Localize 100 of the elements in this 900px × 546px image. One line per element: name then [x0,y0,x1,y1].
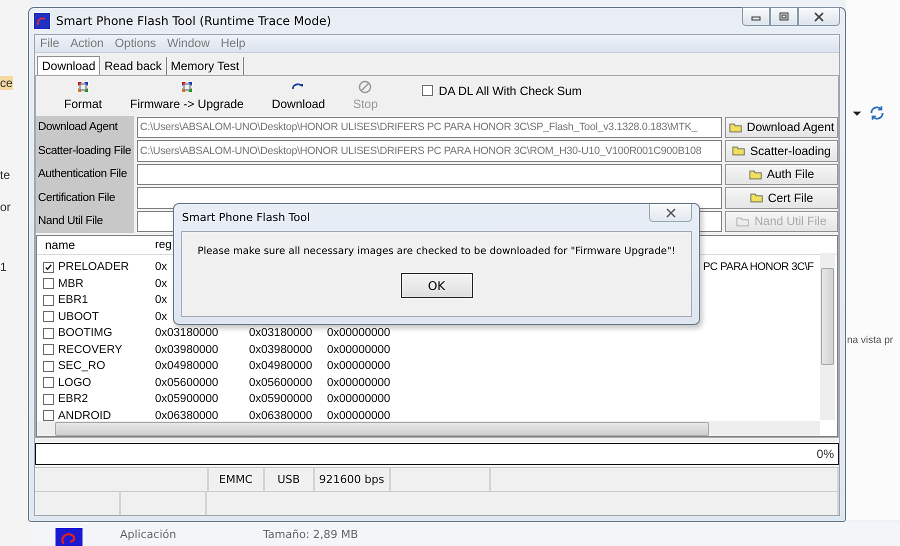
close-icon [664,208,676,218]
table-cell: 0x05600000 [155,376,218,389]
arrows-square-icon [180,80,194,94]
table-cell: 0x05600000 [249,376,312,389]
column-header[interactable]: name [37,236,155,254]
horizontal-scrollbar[interactable] [37,421,820,436]
path-field[interactable]: C:\Users\ABSALOM-UNO\Desktop\HONOR ULISES\DRIFERS PC PARA HONOR 3C\ROM_H30-U10_V100R001C900B108 [137,140,722,162]
table-cell: 0x03180000 [155,327,218,340]
background-text: ce [0,76,13,90]
table-cell: 0x00000000 [327,344,390,356]
field-label: Authentication File [36,162,134,186]
app-icon [34,12,50,29]
browse-button[interactable]: Auth File [725,164,838,185]
file-size-text: Tamaño: 2,89 MB [263,528,358,541]
checkbox[interactable] [43,311,54,322]
image-name: SEC_RO [58,360,106,372]
checkbox[interactable] [43,410,54,422]
refresh-icon[interactable] [868,104,886,122]
table-cell: 0x04980000 [155,360,218,372]
image-name: UBOOT [58,310,99,323]
column-header[interactable]: reg [155,236,172,254]
field-label: Download Agent [36,116,134,139]
folder-icon [728,122,743,133]
status-text: USB [264,468,315,491]
table-cell: 0x00000000 [327,327,390,340]
restore-button[interactable] [770,7,798,26]
table-cell: 0x00000000 [327,410,390,422]
table-cell: 0x00000000 [327,376,390,389]
table-cell: 0x00000000 [327,393,390,406]
image-name: RECOVERY [58,344,122,356]
toolbar-button[interactable]: Firmware -> Upgrade [116,80,258,111]
vertical-scrollbar[interactable] [820,253,835,420]
folder-icon [732,145,746,156]
table-cell: PC PARA HONOR 3C\F [703,261,814,274]
checkbox-label: DA DL All With Check Sum [438,84,582,98]
checkbox[interactable] [43,294,54,306]
checkbox[interactable] [43,344,54,356]
background-text: or [0,200,11,214]
arrows-square-icon [76,80,90,94]
dialog-message: Please make sure all necessary images are checked to be downloaded for "Firmware Upgrade"! [197,246,676,257]
image-name: EBR2 [58,393,88,406]
menu-item[interactable]: Options [114,36,156,50]
table-cell: 0x00000000 [327,360,390,372]
menu-item[interactable]: Action [70,36,104,50]
image-name: ANDROID [58,410,112,422]
browse-button[interactable]: Scatter-loading [725,140,838,162]
table-cell: 0x04980000 [249,360,312,372]
checkmark-icon [44,262,53,272]
status-text: 921600 bps [314,468,391,491]
checkbox[interactable] [43,278,54,290]
checkbox[interactable] [43,377,54,388]
toolbar-button[interactable]: Format [50,80,116,111]
checkbox[interactable] [43,394,54,405]
image-name: BOOTIMG [58,327,112,340]
checkbox[interactable] [43,262,54,273]
stop-icon [358,80,372,94]
folder-icon [748,168,763,180]
checkbox[interactable] [422,85,433,96]
image-name: PRELOADER [58,261,129,274]
table-cell: 0x [155,278,168,290]
toolbar-button[interactable]: Download [258,80,340,111]
background-text: te [0,168,10,182]
table-cell: 0x [155,310,168,323]
folder-icon [750,192,764,204]
menu-item[interactable]: Window [167,36,210,50]
table-cell: 0x [155,261,168,274]
browse-button[interactable]: Download Agent [725,116,838,138]
progress-text: 0% [816,447,835,461]
close-button[interactable] [798,7,840,26]
table-cell: 0x05900000 [249,393,312,406]
field-label: Scatter-loading File [36,139,134,162]
path-field[interactable]: C:\Users\ABSALOM-UNO\Desktop\HONOR ULISES\DRIFERS PC PARA HONOR 3C\SP_Flash_Tool_v3.1328.0.183\MTK_ [137,116,722,138]
minimize-button[interactable] [742,7,770,26]
file-type-text: Aplicación [120,528,176,541]
image-name: MBR [58,278,84,290]
path-field[interactable] [137,164,722,185]
close-icon [813,12,825,22]
table-cell: 0x06380000 [155,410,218,422]
browse-button[interactable]: Cert File [725,187,838,208]
table-cell: 0x03980000 [155,344,218,356]
field-label: Certification File [36,186,134,210]
status-text: EMMC [209,468,265,491]
field-label: Nand Util File [36,210,134,233]
checkbox[interactable] [43,360,54,372]
ok-button[interactable]: OK [400,273,472,298]
table-cell: 0x05900000 [155,393,218,406]
table-cell: 0x06380000 [249,410,312,422]
image-name: EBR1 [58,294,88,306]
background-text: 1 [0,260,7,274]
checkbox[interactable] [43,328,54,339]
close-button[interactable] [649,204,692,222]
restore-icon [778,12,790,22]
folder-icon [736,216,750,227]
dialog-title: Smart Phone Flash Tool [181,211,310,224]
tab[interactable]: Download [37,56,100,74]
menu-item[interactable]: Help [220,36,246,50]
image-name: LOGO [58,376,92,389]
table-cell: 0x03180000 [249,327,312,340]
menu-item[interactable]: File [40,36,60,50]
table-cell: 0x03980000 [249,344,312,356]
